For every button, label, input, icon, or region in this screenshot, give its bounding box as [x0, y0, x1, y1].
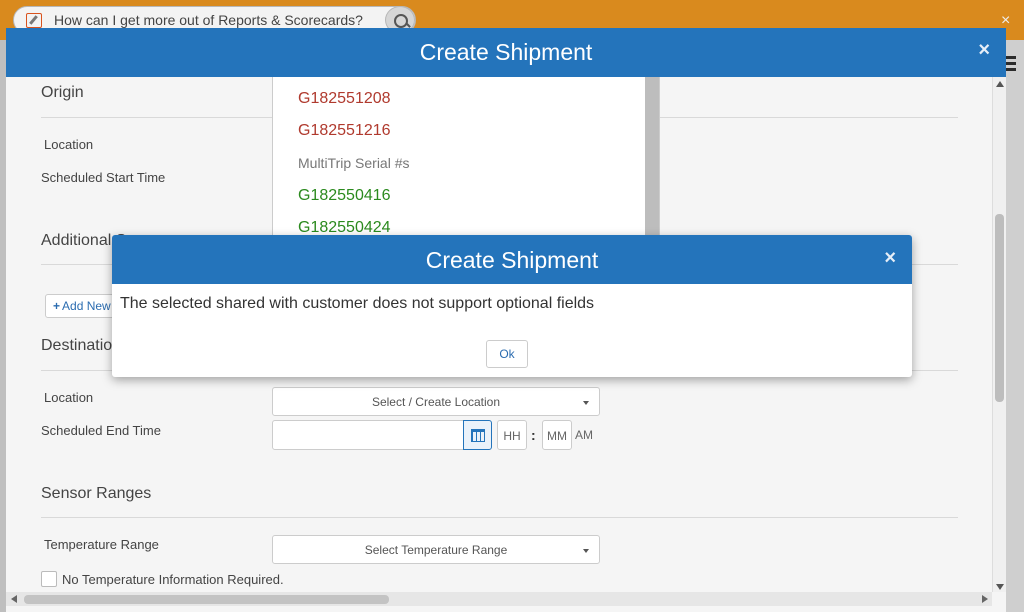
alert-dialog: Create Shipment × The selected shared wi…: [112, 235, 912, 377]
alert-title: Create Shipment: [425, 247, 599, 273]
alert-message: The selected shared with customer does n…: [120, 295, 595, 312]
alert-close-icon[interactable]: ×: [884, 247, 896, 270]
alert-header: Create Shipment ×: [112, 235, 912, 284]
ok-button[interactable]: Ok: [486, 340, 528, 368]
